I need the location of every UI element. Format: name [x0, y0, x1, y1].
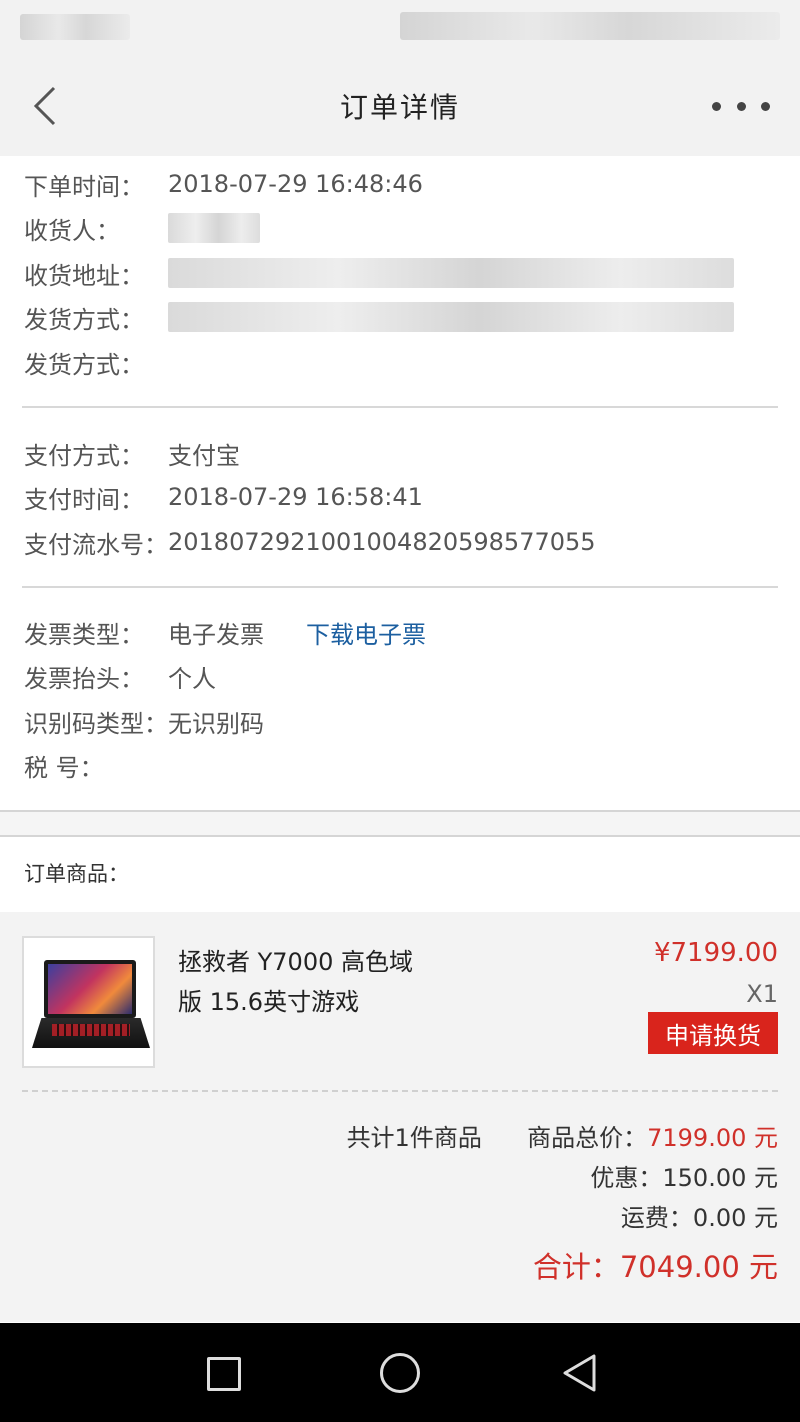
invoice-type-row: 发票类型： 电子发票 下载电子票 [24, 610, 426, 654]
ship-method-row-2: 发货方式： [24, 340, 168, 384]
section-separator-band [0, 812, 800, 836]
request-exchange-button[interactable]: 申请换货 [648, 1012, 778, 1054]
system-navigation-bar [0, 1323, 800, 1422]
order-time-label: 下单时间： [24, 172, 144, 201]
invoice-title-label: 发票抬头： [24, 664, 144, 693]
product-quantity: X1 [746, 980, 778, 1008]
discount-value: 150.00 元 [662, 1164, 778, 1192]
recent-apps-icon[interactable] [203, 1353, 243, 1393]
address-label: 收货地址： [24, 261, 144, 290]
laptop-screen-image [44, 960, 136, 1018]
idcode-type-value: 无识别码 [168, 709, 264, 738]
product-list: 拯救者 Y7000 高色域版 15.6英寸游戏 ¥7199.00 X1 申请换货… [0, 912, 800, 1322]
payment-time-label: 支付时间： [24, 485, 144, 514]
price-summary-row: 共计1件商品 商品总价：7199.00 元 [347, 1118, 778, 1153]
status-bar [0, 0, 800, 56]
goods-total-label: 商品总价： [527, 1124, 648, 1152]
payment-method-label: 支付方式： [24, 441, 144, 470]
more-dot-icon [736, 101, 746, 111]
receiver-obscured [168, 213, 260, 243]
section-divider [0, 835, 800, 837]
idcode-type-label: 识别码类型： [24, 709, 168, 738]
invoice-title-value: 个人 [168, 664, 216, 693]
receiver-row: 收货人： [24, 206, 260, 250]
back-triangle-icon[interactable] [560, 1353, 600, 1393]
status-bar-right-obscured [400, 12, 780, 40]
payment-method-row: 支付方式： 支付宝 [24, 431, 240, 475]
download-invoice-link[interactable]: 下载电子票 [306, 615, 426, 650]
status-bar-left-obscured [20, 14, 130, 40]
page-title: 订单详情 [339, 91, 460, 124]
product-name[interactable]: 拯救者 Y7000 高色域版 15.6英寸游戏 [178, 942, 428, 1022]
tax-number-row: 税 号： [24, 743, 168, 787]
top-nav-bar: 订单详情 [0, 56, 800, 156]
product-price: ¥7199.00 [653, 938, 778, 968]
discount-label: 优惠： [590, 1164, 663, 1192]
section-divider [22, 586, 778, 588]
grand-total-label: 合计： [532, 1250, 620, 1284]
home-icon[interactable] [380, 1353, 420, 1393]
payment-serial-row: 支付流水号： 2018072921001004820598577055 [24, 520, 596, 564]
tax-number-label: 税 号： [24, 753, 104, 782]
payment-time-row: 支付时间： 2018-07-29 16:58:41 [24, 475, 423, 519]
invoice-type-value: 电子发票 [168, 620, 264, 649]
shipping-label: 运费： [620, 1204, 693, 1232]
order-time-row: 下单时间： 2018-07-29 16:48:46 [24, 162, 423, 206]
dashed-divider [22, 1090, 778, 1092]
shipping-row: 运费：0.00 元 [621, 1198, 778, 1233]
idcode-type-row: 识别码类型： 无识别码 [24, 699, 264, 743]
grand-total-value: 7049.00 元 [619, 1250, 778, 1284]
ship-method-label: 发货方式： [24, 305, 144, 334]
payment-serial-label: 支付流水号： [24, 530, 168, 559]
back-triangle-shape [563, 1354, 596, 1392]
shipping-value: 0.00 元 [692, 1204, 778, 1232]
payment-time-value: 2018-07-29 16:58:41 [168, 483, 423, 511]
ship-method-obscured [168, 302, 734, 332]
section-divider [0, 810, 800, 812]
address-obscured [168, 258, 734, 288]
discount-row: 优惠：150.00 元 [590, 1158, 778, 1193]
section-divider [22, 406, 778, 408]
invoice-type-label: 发票类型： [24, 620, 144, 649]
goods-total-value: 7199.00 元 [647, 1124, 778, 1152]
address-row: 收货地址： [24, 251, 734, 295]
laptop-keyboard-image [32, 1018, 150, 1048]
invoice-title-row: 发票抬头： 个人 [24, 654, 216, 698]
more-dot-icon [712, 101, 721, 111]
payment-serial-value: 2018072921001004820598577055 [168, 528, 596, 556]
receiver-label: 收货人： [24, 216, 120, 245]
ship-method-row: 发货方式： [24, 295, 734, 339]
more-menu-button[interactable] [706, 84, 776, 128]
order-items-label: 订单商品： [24, 862, 129, 886]
grand-total-row: 合计：7049.00 元 [533, 1244, 778, 1286]
order-time-value: 2018-07-29 16:48:46 [168, 170, 423, 198]
product-thumbnail[interactable] [22, 936, 155, 1068]
payment-method-value: 支付宝 [168, 441, 240, 470]
more-dot-icon [761, 101, 770, 111]
item-count-text: 共计1件商品 [346, 1124, 482, 1152]
ship-method-label-2: 发货方式： [24, 350, 144, 379]
